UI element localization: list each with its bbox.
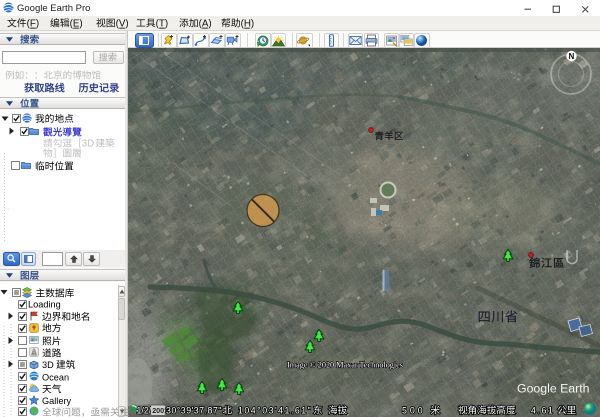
svg-text:N: N (569, 52, 575, 61)
svg-text:Image © 2020 Maxar Technologie: Image © 2020 Maxar Technologies (287, 361, 403, 370)
svg-text:Google Earth: Google Earth (517, 382, 590, 396)
